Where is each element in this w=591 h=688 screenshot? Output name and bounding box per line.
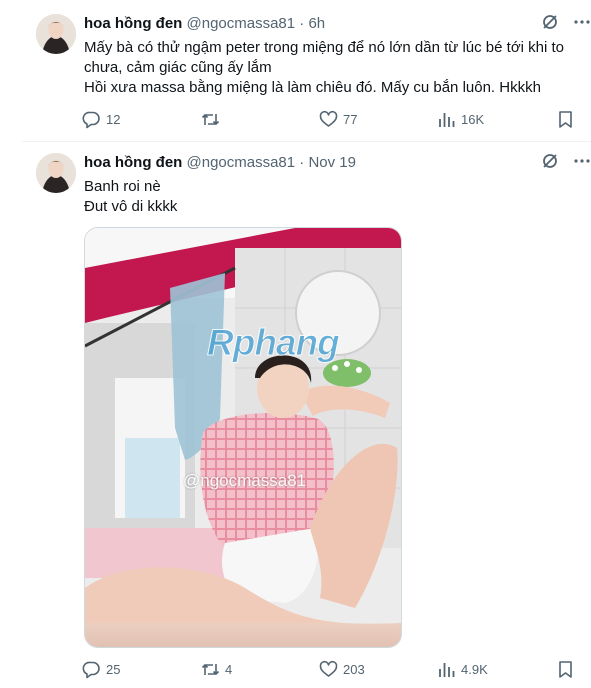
media-watermark: Rphang: [207, 322, 341, 364]
tweet-text-line: Banh roi nè: [84, 178, 161, 195]
more-icon[interactable]: [573, 13, 591, 36]
views-icon: [437, 110, 456, 129]
tweet-actions: 12 77 16K: [78, 108, 591, 130]
tweet-actions: 25 4 203 4.9K: [78, 658, 591, 680]
tweet[interactable]: hoa hồng đen @ngocmassa81 · Nov 19 Banh …: [22, 142, 591, 688]
grok-icon[interactable]: [541, 13, 559, 36]
retweet-button[interactable]: [201, 108, 225, 130]
tweet-text-line: chưa, cảm giác cũng ấy lắm: [84, 59, 272, 76]
grok-icon[interactable]: [541, 152, 559, 175]
tweet-text-line: Hồi xưa massa bằng miệng là làm chiêu đó…: [84, 79, 541, 96]
avatar[interactable]: [36, 14, 76, 54]
tweet-top-actions: [541, 14, 591, 34]
bookmark-icon: [556, 110, 575, 129]
views-count: 4.9K: [461, 661, 488, 677]
views-icon: [437, 660, 456, 679]
author-handle[interactable]: @ngocmassa81: [187, 154, 296, 171]
reply-icon: [82, 110, 101, 129]
media-handle-overlay: @ngocmassa81: [183, 471, 307, 490]
reply-count: 25: [106, 661, 121, 677]
views-button[interactable]: 4.9K: [437, 658, 488, 680]
author-name[interactable]: hoa hồng đen: [84, 154, 182, 171]
more-icon[interactable]: [573, 152, 591, 175]
separator: ·: [299, 15, 305, 32]
reply-button[interactable]: 25: [82, 658, 120, 680]
retweet-icon: [201, 110, 220, 129]
reply-icon: [82, 660, 101, 679]
like-count: 203: [343, 661, 365, 677]
bookmark-icon: [556, 660, 575, 679]
timestamp[interactable]: 6h: [308, 15, 325, 32]
like-count: 77: [343, 111, 358, 127]
like-icon: [319, 660, 338, 679]
author-handle[interactable]: @ngocmassa81: [187, 15, 296, 32]
tweet-top-actions: [541, 153, 591, 173]
reply-button[interactable]: 12: [82, 108, 120, 130]
photo-illustration: [85, 228, 401, 647]
tweet-text-line: Mấy bà có thử ngậm peter trong miệng để …: [84, 39, 565, 56]
views-button[interactable]: 16K: [437, 108, 484, 130]
tweet-text: Banh roi nè Đut vô di kkkk: [84, 177, 584, 217]
tweet-text-line: Đut vô di kkkk: [84, 198, 178, 215]
avatar[interactable]: [36, 153, 76, 193]
author-name[interactable]: hoa hồng đen: [84, 15, 182, 32]
bookmark-button[interactable]: [556, 108, 575, 130]
tweet-photo[interactable]: Rphang @ngocmassa81: [84, 227, 402, 648]
timestamp[interactable]: Nov 19: [308, 154, 356, 171]
reply-count: 12: [106, 111, 121, 127]
retweet-count: 4: [225, 661, 233, 677]
like-button[interactable]: 203: [319, 658, 365, 680]
tweet-text: Mấy bà có thử ngậm peter trong miệng để …: [84, 38, 584, 98]
bookmark-button[interactable]: [556, 658, 575, 680]
retweet-icon: [201, 660, 220, 679]
tweet-header: hoa hồng đen @ngocmassa81 · 6h: [84, 14, 325, 34]
retweet-button[interactable]: 4: [201, 658, 232, 680]
tweet-header: hoa hồng đen @ngocmassa81 · Nov 19: [84, 153, 356, 173]
tweet[interactable]: hoa hồng đen @ngocmassa81 · 6h Mấy bà có…: [22, 0, 591, 142]
separator: ·: [299, 154, 305, 171]
views-count: 16K: [461, 111, 485, 127]
like-button[interactable]: 77: [319, 108, 357, 130]
like-icon: [319, 110, 338, 129]
left-gutter: [0, 0, 22, 688]
